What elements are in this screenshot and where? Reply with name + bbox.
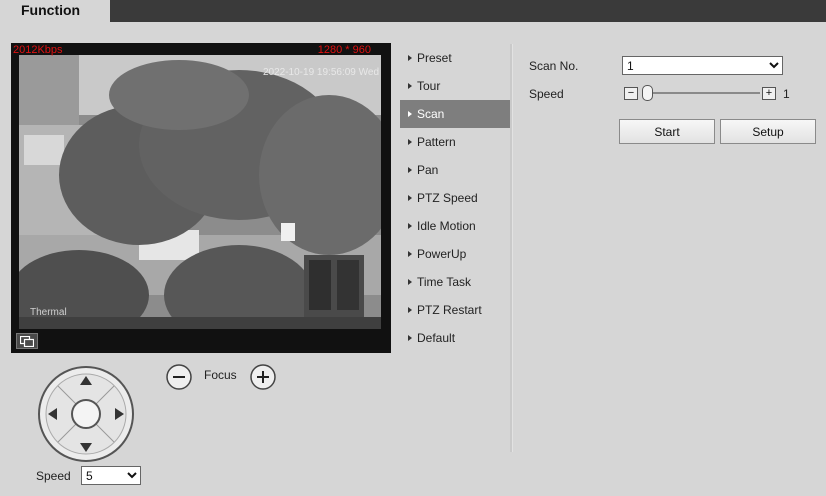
window-icon	[20, 335, 34, 347]
menu-item-ptz-speed[interactable]: PTZ Speed	[400, 184, 512, 212]
plus-circle-icon	[250, 364, 276, 390]
menu-item-ptz-restart[interactable]: PTZ Restart	[400, 296, 512, 324]
menu-item-default[interactable]: Default	[400, 324, 512, 352]
top-bar: Function	[0, 0, 826, 22]
tab-function[interactable]: Function	[0, 0, 110, 22]
menu-item-pan[interactable]: Pan	[400, 156, 512, 184]
speed-decrease-button[interactable]: −	[624, 87, 638, 100]
scan-no-select[interactable]: 1	[622, 56, 783, 75]
setup-button[interactable]: Setup	[720, 119, 816, 144]
thermal-feed	[19, 55, 381, 329]
scan-speed-value: 1	[783, 87, 790, 101]
menu-divider	[510, 44, 513, 452]
window-mode-button[interactable]	[16, 333, 38, 349]
channel-label-overlay: Thermal	[30, 307, 67, 318]
ptz-speed-label: Speed	[36, 469, 71, 483]
slider-handle[interactable]	[642, 85, 653, 101]
ptz-direction-pad	[36, 364, 136, 467]
ptz-speed-select[interactable]: 12345678	[81, 466, 141, 485]
video-viewport[interactable]: 2012Kbps 1280 * 960 2022-10-19 19:56:09 …	[11, 43, 391, 353]
scan-speed-slider[interactable]: − +	[622, 85, 782, 101]
start-button[interactable]: Start	[619, 119, 715, 144]
focus-minus-button[interactable]	[166, 364, 192, 390]
menu-item-pattern[interactable]: Pattern	[400, 128, 512, 156]
timestamp-overlay: 2022-10-19 19:56:09 Wed	[262, 67, 379, 78]
video-toolbar	[11, 329, 391, 353]
scan-speed-label: Speed	[529, 87, 564, 101]
menu-item-time-task[interactable]: Time Task	[400, 268, 512, 296]
ptz-center-button[interactable]	[71, 399, 101, 429]
focus-plus-button[interactable]	[250, 364, 276, 390]
menu-item-idle-motion[interactable]: Idle Motion	[400, 212, 512, 240]
minus-circle-icon	[166, 364, 192, 390]
speed-increase-button[interactable]: +	[762, 87, 776, 100]
slider-track	[642, 92, 760, 94]
menu-item-tour[interactable]: Tour	[400, 72, 512, 100]
thermal-scene-image	[19, 55, 381, 329]
resolution-overlay: 1280 * 960	[317, 44, 371, 56]
focus-label: Focus	[204, 368, 237, 382]
menu-item-preset[interactable]: Preset	[400, 44, 512, 72]
menu-item-powerup[interactable]: PowerUp	[400, 240, 512, 268]
scan-no-label: Scan No.	[529, 59, 579, 73]
function-menu: Preset Tour Scan Pattern Pan PTZ Speed Idle Mo…	[400, 44, 512, 352]
menu-item-scan[interactable]: Scan	[400, 100, 512, 128]
bitrate-overlay: 2012Kbps	[13, 44, 63, 56]
